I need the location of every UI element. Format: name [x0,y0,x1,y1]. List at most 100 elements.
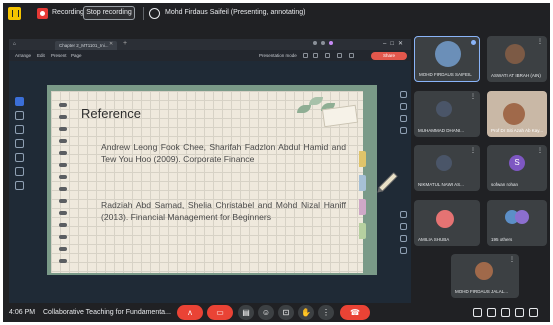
window-controls[interactable]: –□✕ [383,40,407,47]
participant-avatar [475,262,493,280]
participant-tile[interactable]: AMILIA SHUBA [414,200,480,246]
tool-icon[interactable] [400,247,407,254]
comment-icon[interactable] [325,53,330,58]
more-options-icon[interactable]: ⋮ [470,147,476,154]
more-button[interactable]: ⋮ [318,305,334,320]
info-icon[interactable] [473,308,482,317]
people-icon[interactable] [487,308,496,317]
laser-tool-icon[interactable] [15,181,24,190]
slide-notebook-paper: Reference Andrew Leong Fook Chee, Sharif… [51,91,363,273]
participant-avatar [436,210,454,228]
more-icon[interactable] [349,53,354,58]
divider [143,7,144,20]
text-tool-icon[interactable] [15,153,24,162]
participant-avatar [505,44,525,64]
chat-icon[interactable] [501,308,510,317]
screenshot-frame: Recording Stop recording Mohd Firdaus Sa… [0,0,553,325]
present-icon: ⊡ [282,308,290,317]
leave-call-button[interactable]: ☎ [340,305,370,320]
emoji-button[interactable]: ☺ [258,305,274,320]
others-tile[interactable]: 195 others [487,200,547,246]
participant-name: NIKMATUL NAWI AS... [418,182,464,187]
tool-icon[interactable] [400,223,407,230]
eraser-tool-icon[interactable] [15,139,24,148]
more-options-icon[interactable]: ⋮ [470,93,476,100]
participant-avatar [515,210,529,224]
app-menu-bar: Arrange Edit Present Page Presentation m… [9,50,411,61]
zoom-label[interactable]: Presentation mode [259,53,297,58]
captions-icon: ▤ [242,308,250,317]
hang-up-icon: ☎ [350,308,360,317]
meeting-title[interactable]: Collaborative Teaching for Fundamenta... [43,309,171,316]
menu-present[interactable]: Present [51,53,67,58]
tool-icon[interactable] [400,91,407,98]
home-icon[interactable]: ⌂ [13,41,16,47]
pen-tool-icon[interactable] [15,111,24,120]
highlighter-tool-icon[interactable] [15,125,24,134]
browser-tab-strip: ⌂ Chapter 2_MT1101_Ini... ✕ + –□✕ [9,39,411,50]
reference-item: Andrew Leong Fook Chee, Sharifah Fadzlon… [101,142,346,164]
more-options-icon[interactable]: ⋮ [537,38,543,45]
presenting-icon [149,8,160,19]
participant-tile[interactable]: Prof Dr Siti Azah Ab Kay... [487,91,547,137]
undo-icon[interactable] [303,53,308,58]
participant-avatar [436,155,452,171]
browser-tab[interactable]: Chapter 2_MT1101_Ini... [55,41,117,50]
participant-name: MOHD FIRDAUS SAIFEIL [419,72,472,77]
more-vertical-icon: ⋮ [322,308,330,317]
lock-icon[interactable] [529,308,538,317]
close-tab-icon[interactable]: ✕ [109,41,113,47]
participant-tile[interactable]: ⋮ MOHD FIRDAUS JALAL... [451,254,519,298]
more-options-icon[interactable]: ⋮ [537,147,543,154]
stop-recording-button[interactable]: Stop recording [83,6,135,20]
recording-icon [37,8,48,19]
pause-icon[interactable] [8,7,21,20]
tool-icon[interactable] [400,211,407,218]
menu-arrange[interactable]: Arrange [15,53,31,58]
presenter-label: Mohd Firdaus Saifeil (Presenting, annota… [165,9,306,16]
menu-edit[interactable]: Edit [37,53,45,58]
select-tool-icon[interactable] [15,97,24,106]
extension-icon[interactable] [313,41,317,45]
redo-icon[interactable] [313,53,318,58]
edit-icon[interactable] [337,53,342,58]
reference-item: Radziah Abd Samad, Shelia Christabel and… [101,200,346,222]
participant-name: MUHAMMAD DHANI... [418,128,464,133]
pencil-decoration [378,172,398,192]
activities-icon[interactable] [515,308,524,317]
participant-tile[interactable]: ⋮ NIKMATUL NAWI AS... [414,145,480,191]
share-button[interactable]: Share [371,52,407,60]
captions-button[interactable]: ▤ [238,305,254,320]
participant-name: AMILIA SHUBA [418,237,450,242]
recording-label: Recording [52,9,84,16]
mic-off-icon: ʌ [188,308,192,317]
more-options-icon[interactable]: ⋮ [509,256,515,263]
tool-icon[interactable] [400,115,407,122]
microphone-button[interactable]: ʌ [177,305,203,320]
extension-icon[interactable] [321,41,325,45]
present-button[interactable]: ⊡ [278,305,294,320]
raise-hand-button[interactable]: ✋ [298,305,314,320]
annotation-toolbar [9,61,31,309]
shape-tool-icon[interactable] [15,167,24,176]
camera-button[interactable]: ▭ [207,305,233,320]
tab-ribbon [359,223,366,239]
participant-tile[interactable]: S ⋮ sofwan rohan [487,145,547,191]
new-tab-icon[interactable]: + [123,40,127,47]
participant-initial: S [509,155,525,171]
tab-ribbon [359,151,366,167]
tool-icon[interactable] [400,235,407,242]
participant-tile[interactable]: ⋮ ASWATI AT IBRAH (AIN) [487,36,547,82]
recording-bar: Recording Stop recording Mohd Firdaus Sa… [3,3,550,24]
tool-icon[interactable] [400,103,407,110]
participant-name: sofwan rohan [491,182,519,187]
participant-tile[interactable]: MOHD FIRDAUS SAIFEIL [414,36,480,82]
participant-name: ASWATI AT IBRAH (AIN) [491,73,541,78]
speaking-icon [471,40,476,45]
presentation-slide: Reference Andrew Leong Fook Chee, Sharif… [47,85,398,275]
profile-icon[interactable] [329,41,333,45]
shared-screen: ⌂ Chapter 2_MT1101_Ini... ✕ + –□✕ Arrang… [9,39,411,309]
tool-icon[interactable] [400,127,407,134]
menu-page[interactable]: Page [71,53,82,58]
participant-tile[interactable]: ⋮ MUHAMMAD DHANI... [414,91,480,137]
